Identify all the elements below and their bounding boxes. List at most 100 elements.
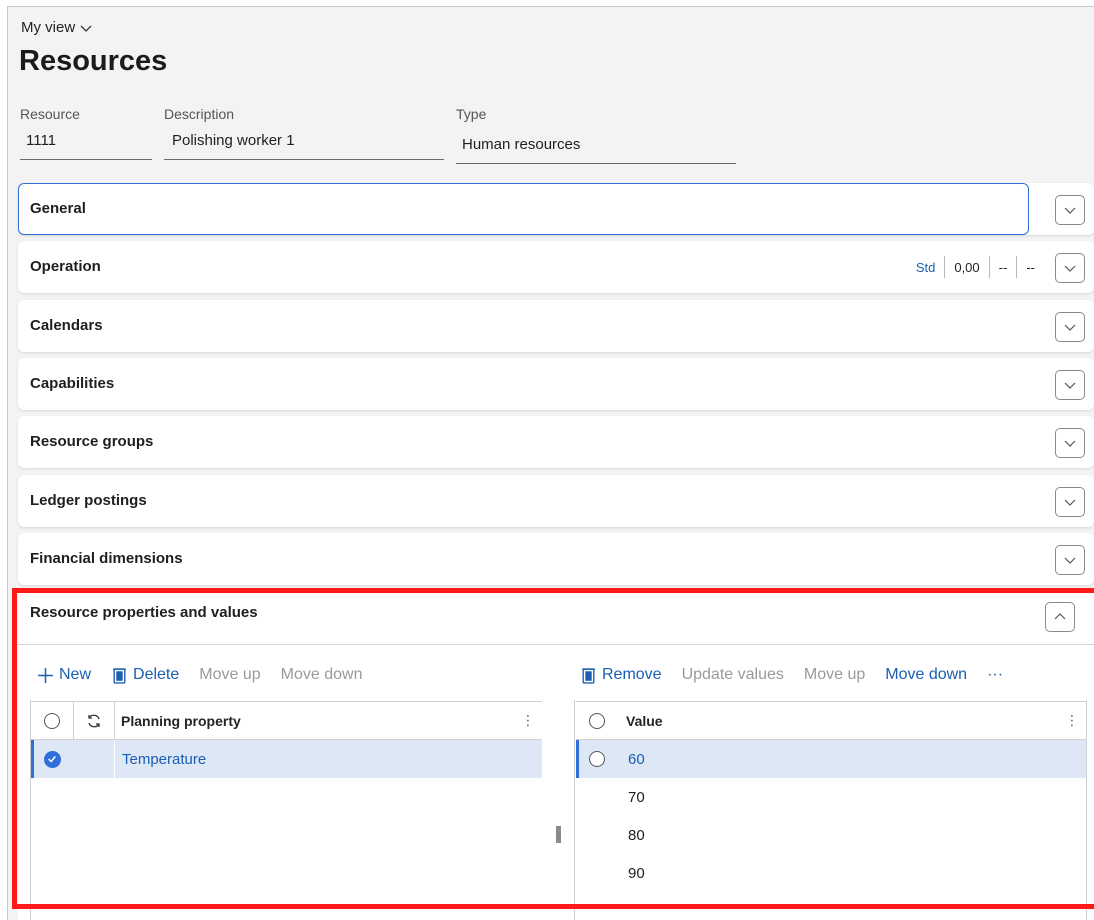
description-input[interactable]: Polishing worker 1 xyxy=(164,132,444,160)
values-move-down-label: Move down xyxy=(885,666,968,683)
fasttab-operation[interactable]: Operation Std 0,00 -- -- xyxy=(18,241,1094,293)
my-view-selector[interactable]: My view xyxy=(21,19,93,36)
planning-property-header[interactable]: Planning property xyxy=(115,713,514,729)
value-cell: 80 xyxy=(628,826,645,844)
refresh-icon[interactable] xyxy=(86,713,102,729)
chevron-down-icon xyxy=(1064,265,1076,272)
fasttab-resource-properties-title[interactable]: Resource properties and values xyxy=(30,604,258,621)
table-row[interactable]: 90 xyxy=(576,854,1086,892)
collapse-button-resource-properties[interactable] xyxy=(1045,602,1075,632)
summary-std: Std xyxy=(915,259,936,275)
chevron-down-icon xyxy=(1064,499,1076,506)
values-move-up-button[interactable]: Move up xyxy=(804,666,865,684)
select-all-radio[interactable] xyxy=(44,712,60,729)
remove-button[interactable]: Remove xyxy=(580,666,662,684)
table-row[interactable]: Temperature xyxy=(31,740,542,778)
expand-button-operation[interactable] xyxy=(1055,253,1085,283)
more-icon: ··· xyxy=(987,666,1004,683)
values-move-down-button[interactable]: Move down xyxy=(885,666,967,684)
fasttab-general[interactable]: General xyxy=(18,183,1094,235)
expand-button-resource-groups[interactable] xyxy=(1055,428,1085,458)
chevron-down-icon xyxy=(1064,324,1076,331)
properties-grid: Planning property ⋮ Temperature xyxy=(31,701,542,778)
expand-button-calendars[interactable] xyxy=(1055,312,1085,342)
remove-label: Remove xyxy=(602,666,662,683)
summary-dash: -- xyxy=(1026,259,1035,275)
operation-summary: Std 0,00 -- -- xyxy=(907,241,1044,293)
update-values-label: Update values xyxy=(681,666,784,683)
more-options-button[interactable]: ··· xyxy=(987,666,1003,684)
values-grid-header: Value ⋮ xyxy=(576,702,1086,740)
summary-value: 0,00 xyxy=(954,259,980,275)
pane-splitter-handle[interactable] xyxy=(556,826,561,843)
column-options-icon[interactable]: ⋮ xyxy=(514,712,542,729)
fasttab-operation-title: Operation xyxy=(30,258,101,275)
values-grid: Value ⋮ 60 70 80 90 xyxy=(576,701,1086,892)
fasttab-financial-dimensions-title: Financial dimensions xyxy=(30,550,183,567)
grid-border xyxy=(1086,700,1087,920)
general-focus-outline xyxy=(18,183,1029,235)
expand-button-capabilities[interactable] xyxy=(1055,370,1085,400)
fasttab-resource-groups[interactable]: Resource groups xyxy=(18,416,1094,468)
fasttab-capabilities-title: Capabilities xyxy=(30,375,115,392)
row-select-cell xyxy=(31,750,73,768)
expand-button-ledger-postings[interactable] xyxy=(1055,487,1085,517)
row-radio[interactable] xyxy=(589,751,605,767)
column-options-icon[interactable]: ⋮ xyxy=(1058,712,1086,729)
select-all-cell xyxy=(576,712,618,729)
value-cell: 90 xyxy=(628,864,645,882)
fasttab-resource-groups-title: Resource groups xyxy=(30,433,154,450)
resource-field: Resource 1111 xyxy=(20,106,152,160)
table-row[interactable]: 70 xyxy=(576,778,1086,816)
chevron-down-icon xyxy=(1064,440,1076,447)
value-cell: 70 xyxy=(628,788,645,806)
type-label: Type xyxy=(456,106,487,122)
grid-border xyxy=(30,700,31,920)
grid-border xyxy=(574,700,575,920)
table-row[interactable]: 80 xyxy=(576,816,1086,854)
trash-icon xyxy=(113,667,126,684)
checkmark-icon[interactable] xyxy=(43,750,61,768)
chevron-up-icon xyxy=(1054,613,1066,620)
expand-button-financial-dimensions[interactable] xyxy=(1055,545,1085,575)
delete-button[interactable]: Delete xyxy=(111,666,179,684)
select-all-radio[interactable] xyxy=(589,712,605,729)
fasttab-financial-dimensions[interactable]: Financial dimensions xyxy=(18,533,1094,585)
my-view-label: My view xyxy=(21,19,76,36)
values-action-bar: Remove Update values Move up Move down ·… xyxy=(580,661,1023,689)
summary-dash: -- xyxy=(998,259,1008,275)
move-down-button[interactable]: Move down xyxy=(281,666,363,684)
chevron-down-icon xyxy=(80,25,92,32)
fasttab-calendars-title: Calendars xyxy=(30,317,103,334)
row-select-cell xyxy=(576,751,618,767)
resource-label: Resource xyxy=(20,106,80,122)
table-row[interactable]: 60 xyxy=(576,740,1086,778)
planning-property-value[interactable]: Temperature xyxy=(115,751,542,768)
select-all-cell xyxy=(31,712,73,729)
plus-icon xyxy=(38,667,53,683)
fasttab-divider xyxy=(18,644,1094,645)
fasttab-general-title: General xyxy=(30,200,86,217)
resource-input[interactable]: 1111 xyxy=(20,132,152,160)
refresh-cell xyxy=(74,713,114,729)
chevron-down-icon xyxy=(1064,557,1076,564)
value-header[interactable]: Value xyxy=(618,713,1058,729)
type-field: Type Human resources xyxy=(456,106,736,164)
trash-icon xyxy=(582,667,595,684)
value-cell[interactable]: 60 xyxy=(618,751,1086,768)
properties-grid-header: Planning property ⋮ xyxy=(31,701,542,740)
fasttab-ledger-postings[interactable]: Ledger postings xyxy=(18,475,1094,527)
fasttab-ledger-postings-title: Ledger postings xyxy=(30,492,147,509)
expand-button-general[interactable] xyxy=(1055,195,1085,225)
move-up-label: Move up xyxy=(199,666,261,683)
properties-action-bar: New Delete Move up Move down xyxy=(37,661,382,689)
type-input[interactable]: Human resources xyxy=(456,136,736,164)
update-values-button[interactable]: Update values xyxy=(682,666,784,684)
chevron-down-icon xyxy=(1064,382,1076,389)
fasttab-calendars[interactable]: Calendars xyxy=(18,300,1094,352)
fasttab-capabilities[interactable]: Capabilities xyxy=(18,358,1094,410)
delete-label: Delete xyxy=(133,666,180,683)
new-button[interactable]: New xyxy=(37,666,91,684)
page-title: Resources xyxy=(19,45,168,77)
move-up-button[interactable]: Move up xyxy=(199,666,260,684)
